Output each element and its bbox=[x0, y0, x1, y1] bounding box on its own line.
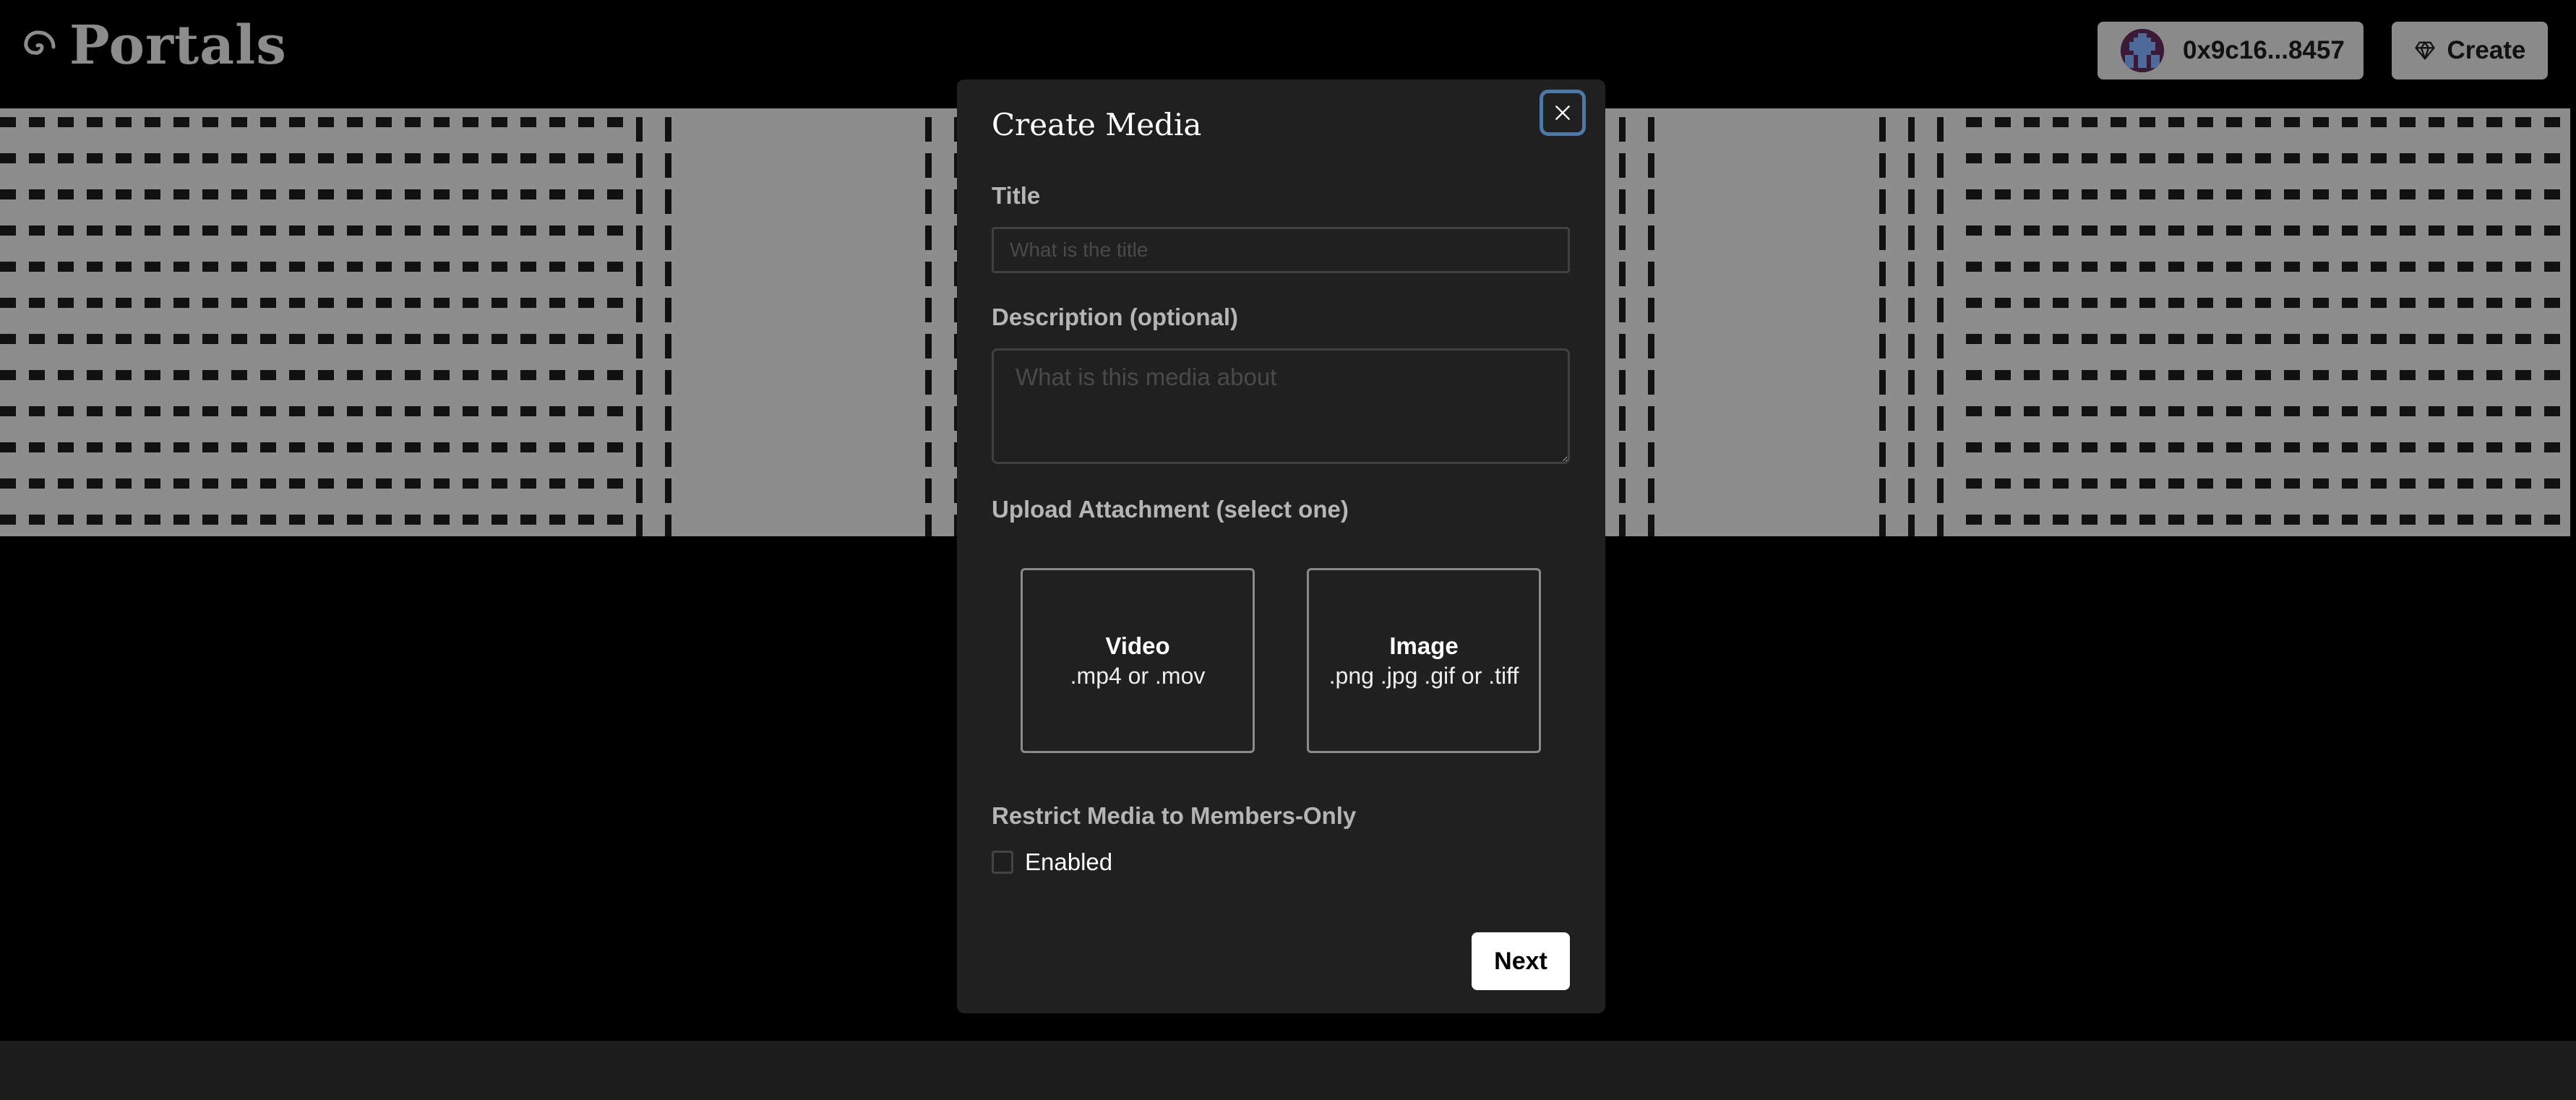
upload-video-formats: .mp4 or .mov bbox=[1070, 662, 1206, 689]
description-input[interactable] bbox=[992, 348, 1570, 464]
title-label: Title bbox=[992, 182, 1041, 209]
description-label: Description (optional) bbox=[992, 304, 1238, 330]
wallet-address: 0x9c16...8457 bbox=[2183, 36, 2345, 64]
spiral-icon bbox=[24, 30, 56, 55]
close-icon bbox=[1555, 106, 1570, 120]
logo-text: Portals bbox=[69, 14, 287, 77]
create-media-modal: Create Media Title Description (optional… bbox=[957, 80, 1605, 1013]
pixel-avatar bbox=[2121, 29, 2164, 72]
modal-title: Create Media bbox=[992, 107, 1202, 142]
page-footer-area bbox=[0, 1041, 2576, 1100]
create-button[interactable]: Create bbox=[2392, 22, 2548, 80]
portals-logo[interactable]: Portals bbox=[16, 19, 287, 72]
close-button[interactable] bbox=[1540, 90, 1586, 136]
upload-video-option[interactable]: Video .mp4 or .mov bbox=[1021, 568, 1255, 753]
title-input[interactable] bbox=[992, 227, 1570, 273]
upload-image-option[interactable]: Image .png .jpg .gif or .tiff bbox=[1307, 568, 1541, 753]
restrict-label: Restrict Media to Members-Only bbox=[992, 802, 1357, 829]
upload-label: Upload Attachment (select one) bbox=[992, 496, 1349, 523]
account-button[interactable]: 0x9c16...8457 bbox=[2098, 22, 2364, 80]
upload-image-formats: .png .jpg .gif or .tiff bbox=[1328, 662, 1519, 689]
members-only-checkbox-label: Enabled bbox=[1025, 848, 1113, 875]
create-button-label: Create bbox=[2447, 36, 2526, 64]
diamond-icon bbox=[2414, 41, 2435, 60]
next-button[interactable]: Next bbox=[1472, 932, 1570, 990]
upload-image-title: Image bbox=[1389, 632, 1459, 659]
members-only-checkbox[interactable] bbox=[992, 851, 1013, 874]
upload-video-title: Video bbox=[1105, 632, 1170, 659]
members-only-toggle[interactable]: Enabled bbox=[992, 848, 1112, 876]
